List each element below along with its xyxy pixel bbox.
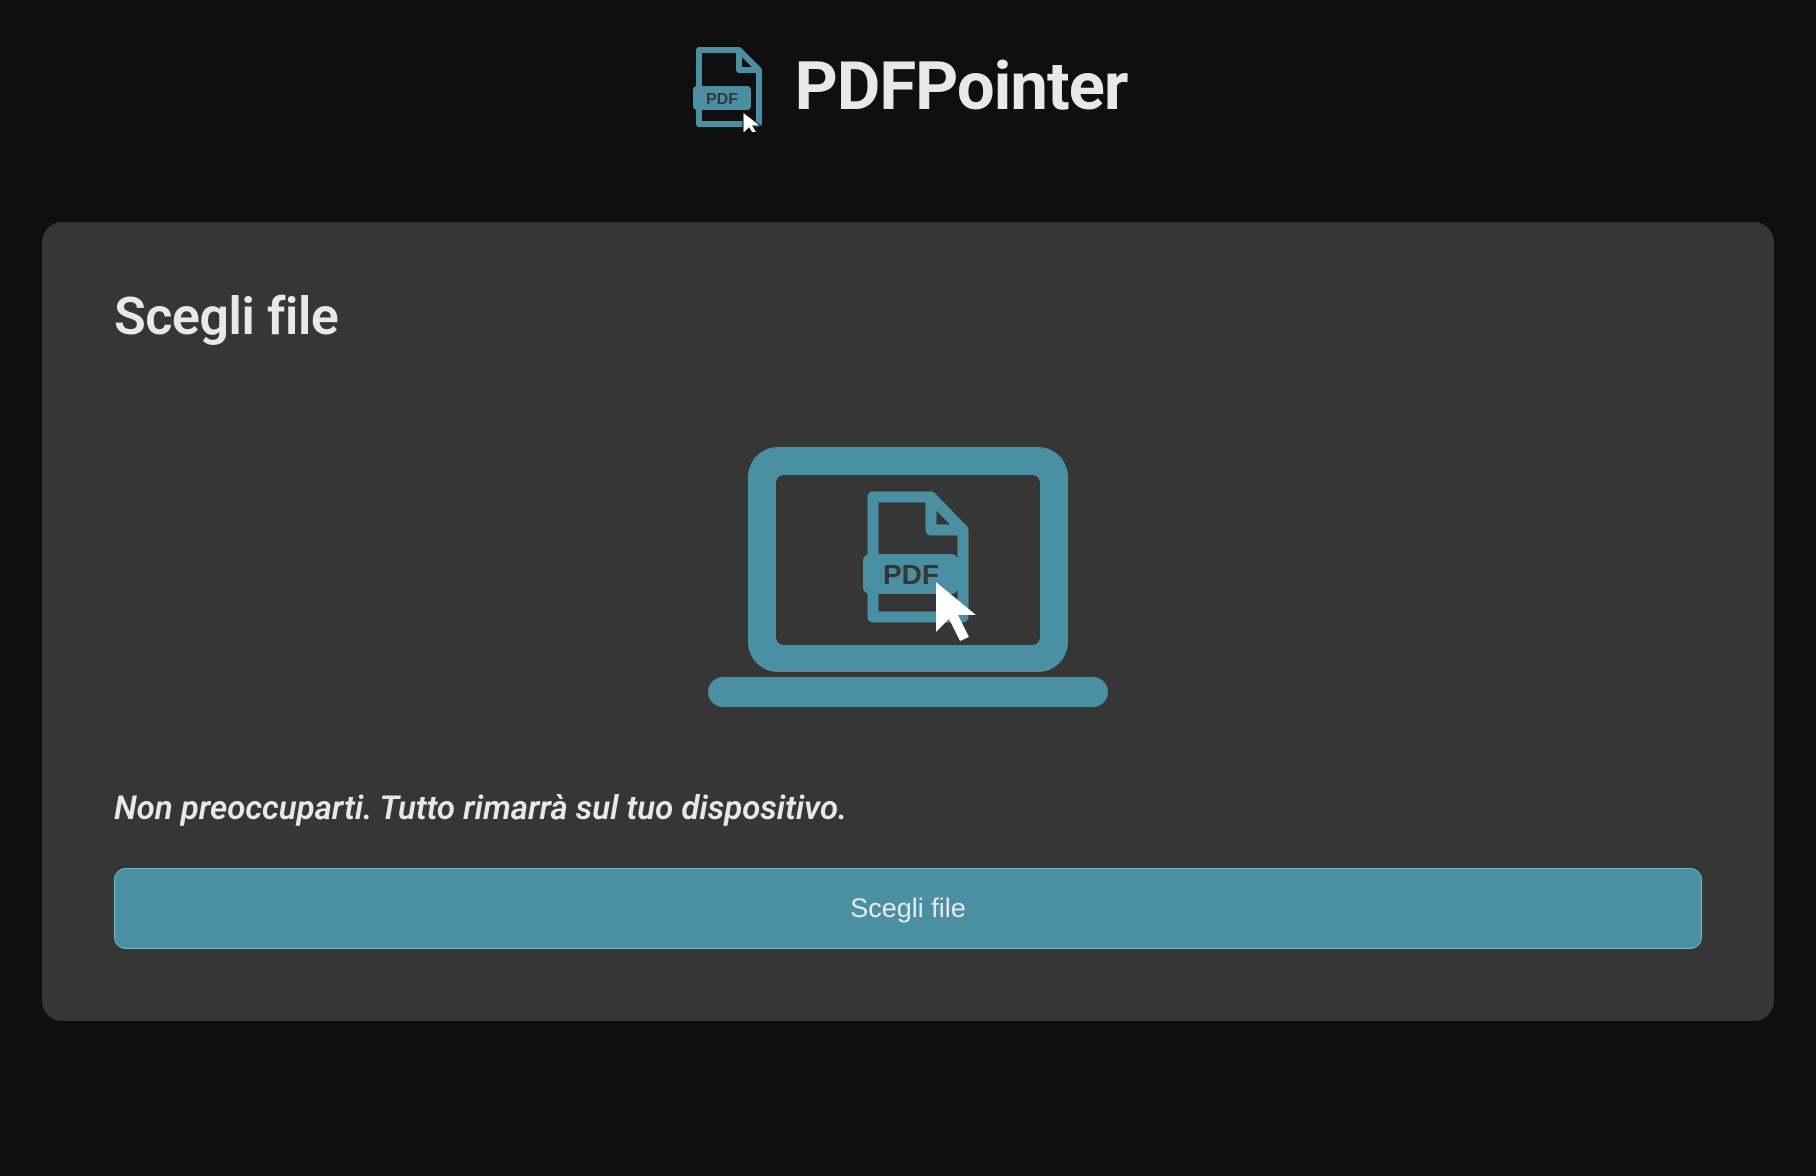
laptop-pdf-illustration-icon: PDF <box>708 447 1108 717</box>
card-subtitle: Non preoccuparti. Tutto rimarrà sul tuo … <box>114 789 1702 828</box>
file-picker-card: Scegli file PDF Non <box>42 222 1774 1021</box>
illustration-container: PDF <box>114 447 1702 717</box>
app-header: PDF PDFPointer <box>42 42 1774 132</box>
app-title: PDFPointer <box>795 48 1128 126</box>
svg-text:PDF: PDF <box>706 91 738 108</box>
card-title: Scegli file <box>114 286 1702 347</box>
svg-text:PDF: PDF <box>883 559 939 590</box>
app-logo-icon: PDF <box>689 42 769 132</box>
choose-file-button[interactable]: Scegli file <box>114 868 1702 949</box>
